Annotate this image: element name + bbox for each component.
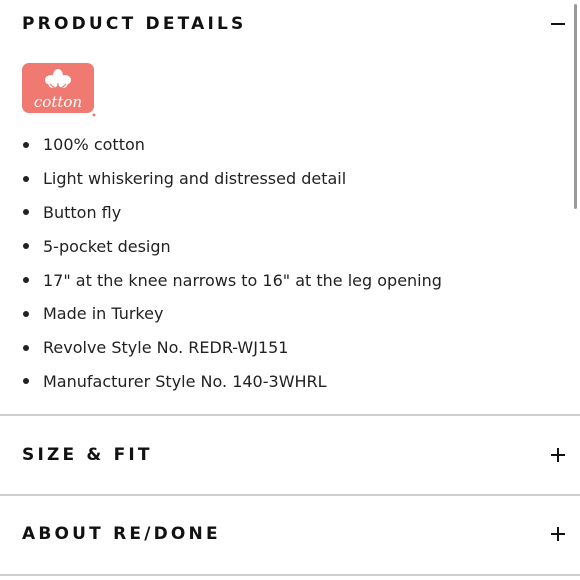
cotton-seal-logo: cotton [22,63,96,117]
list-item: Button fly [0,196,560,230]
list-item: Revolve Style No. REDR-WJ151 [0,331,560,365]
bullet-icon [23,243,29,250]
bullet-icon [23,141,29,148]
list-item: 17" at the knee narrows to 16" at the le… [0,263,560,297]
list-item: Made in Turkey [0,297,560,331]
bullet-icon [23,277,29,284]
bullet-icon [23,344,29,351]
section-title-about: ABOUT RE/DONE [22,524,221,544]
bullet-icon [23,209,29,216]
section-title-size-fit: SIZE & FIT [22,445,153,465]
section-divider [0,494,580,496]
scrollbar[interactable] [574,4,577,209]
bullet-icon [23,310,29,317]
plus-icon[interactable] [550,447,566,463]
list-item: Manufacturer Style No. 140-3WHRL [0,365,560,399]
product-details-list: 100% cotton Light whiskering and distres… [0,128,560,398]
about-header[interactable]: ABOUT RE/DONE [0,514,580,554]
product-details-section: PRODUCT DETAILS cotton 100% cotton Light… [0,0,580,415]
list-item: 100% cotton [0,128,560,162]
cotton-logo-text: cotton [34,93,82,111]
minus-icon[interactable] [550,16,566,32]
product-details-header[interactable]: PRODUCT DETAILS [0,4,580,44]
plus-icon[interactable] [550,526,566,542]
section-divider [0,574,580,576]
list-item: Light whiskering and distressed detail [0,162,560,196]
section-title-product-details: PRODUCT DETAILS [22,14,247,34]
bullet-icon [23,378,29,385]
section-divider [0,414,580,416]
size-fit-header[interactable]: SIZE & FIT [0,435,580,475]
bullet-icon [23,175,29,182]
list-item: 5-pocket design [0,229,560,263]
